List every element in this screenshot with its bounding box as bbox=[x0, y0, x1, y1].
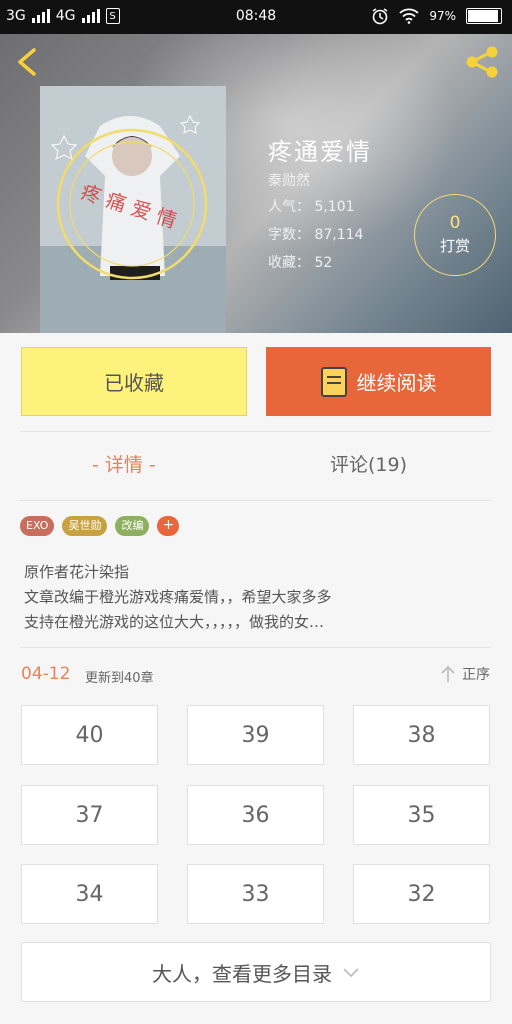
tag-list: EXO 吴世勋 改编 + bbox=[20, 516, 180, 536]
back-button[interactable] bbox=[12, 44, 44, 80]
description-line: 支持在橙光游戏的这位大大，，，，，做我的女… bbox=[24, 613, 325, 631]
chevron-down-icon bbox=[343, 968, 359, 978]
divider bbox=[20, 500, 491, 501]
tag-exo[interactable]: EXO bbox=[20, 516, 55, 536]
add-tag-button[interactable]: + bbox=[157, 516, 180, 536]
book-title: 疼通爱情 bbox=[268, 138, 372, 166]
book-favorites: 收藏： 52 bbox=[268, 255, 333, 271]
chapter-item[interactable]: 36 bbox=[187, 785, 324, 845]
book-description[interactable]: 原作者花汁染指 文章改编于橙光游戏疼痛爱情，，希望大家多多 支持在橙光游戏的这位… bbox=[24, 560, 474, 635]
chapter-item[interactable]: 39 bbox=[187, 705, 324, 765]
tab-details[interactable]: - 详情 - bbox=[92, 450, 156, 477]
share-icon bbox=[466, 46, 498, 78]
book-author[interactable]: 秦勋然 bbox=[268, 170, 310, 190]
book-icon bbox=[320, 366, 347, 397]
update-date: 04-12 bbox=[21, 664, 71, 684]
collected-label: 已收藏 bbox=[104, 371, 164, 395]
chapter-item[interactable]: 35 bbox=[353, 785, 490, 845]
reward-button[interactable]: 0 打赏 bbox=[414, 194, 496, 276]
tab-comments[interactable]: 评论(19) bbox=[330, 450, 407, 477]
chapter-item[interactable]: 40 bbox=[21, 705, 158, 765]
alarm-icon bbox=[372, 8, 388, 25]
chapter-item[interactable]: 37 bbox=[21, 785, 158, 845]
book-popularity: 人气： 5,101 bbox=[268, 199, 355, 215]
update-status: 更新到40章 bbox=[85, 671, 154, 686]
book-cover[interactable]: 疼 痛 爱 情 bbox=[40, 86, 226, 333]
reward-count: 0 bbox=[449, 213, 461, 233]
collected-button[interactable]: 已收藏 bbox=[21, 347, 247, 416]
sort-order-button[interactable]: 正序 bbox=[440, 664, 490, 684]
share-button[interactable] bbox=[462, 44, 502, 80]
tag-wu-shixun[interactable]: 吴世勋 bbox=[62, 516, 108, 536]
status-right: 97% bbox=[371, 7, 502, 25]
divider bbox=[20, 431, 491, 432]
chapter-item[interactable]: 32 bbox=[353, 864, 490, 924]
chapter-item[interactable]: 34 bbox=[21, 864, 158, 924]
cover-artwork: 疼 痛 爱 情 bbox=[40, 86, 226, 333]
reward-label: 打赏 bbox=[439, 237, 470, 255]
battery-percent: 97% bbox=[429, 9, 456, 23]
status-bar: 3G 4G S 08:48 97% bbox=[0, 0, 512, 34]
continue-reading-label: 继续阅读 bbox=[356, 371, 437, 395]
view-more-chapters-button[interactable]: 大人，查看更多目录 bbox=[21, 942, 491, 1002]
battery-icon bbox=[466, 8, 502, 24]
divider bbox=[20, 647, 491, 648]
continue-reading-button[interactable]: 继续阅读 bbox=[266, 347, 491, 416]
arrow-up-icon bbox=[441, 665, 455, 682]
tag-adaptation[interactable]: 改编 bbox=[115, 516, 150, 536]
view-more-label: 大人，查看更多目录 bbox=[152, 961, 332, 986]
chapter-item[interactable]: 38 bbox=[353, 705, 490, 765]
book-header: 疼 痛 爱 情 疼通爱情 秦勋然 人气： 5,101 字数： 87,114 收藏… bbox=[0, 34, 512, 333]
sort-order-label: 正序 bbox=[462, 667, 490, 683]
wifi-icon bbox=[399, 8, 419, 24]
battery-fill bbox=[468, 10, 499, 22]
book-word-count: 字数： 87,114 bbox=[268, 227, 364, 243]
back-arrow-icon bbox=[18, 48, 36, 76]
description-line: 文章改编于橙光游戏疼痛爱情，，希望大家多多 bbox=[24, 588, 332, 606]
description-line: 原作者花汁染指 bbox=[24, 563, 130, 581]
chapter-item[interactable]: 33 bbox=[187, 864, 324, 924]
